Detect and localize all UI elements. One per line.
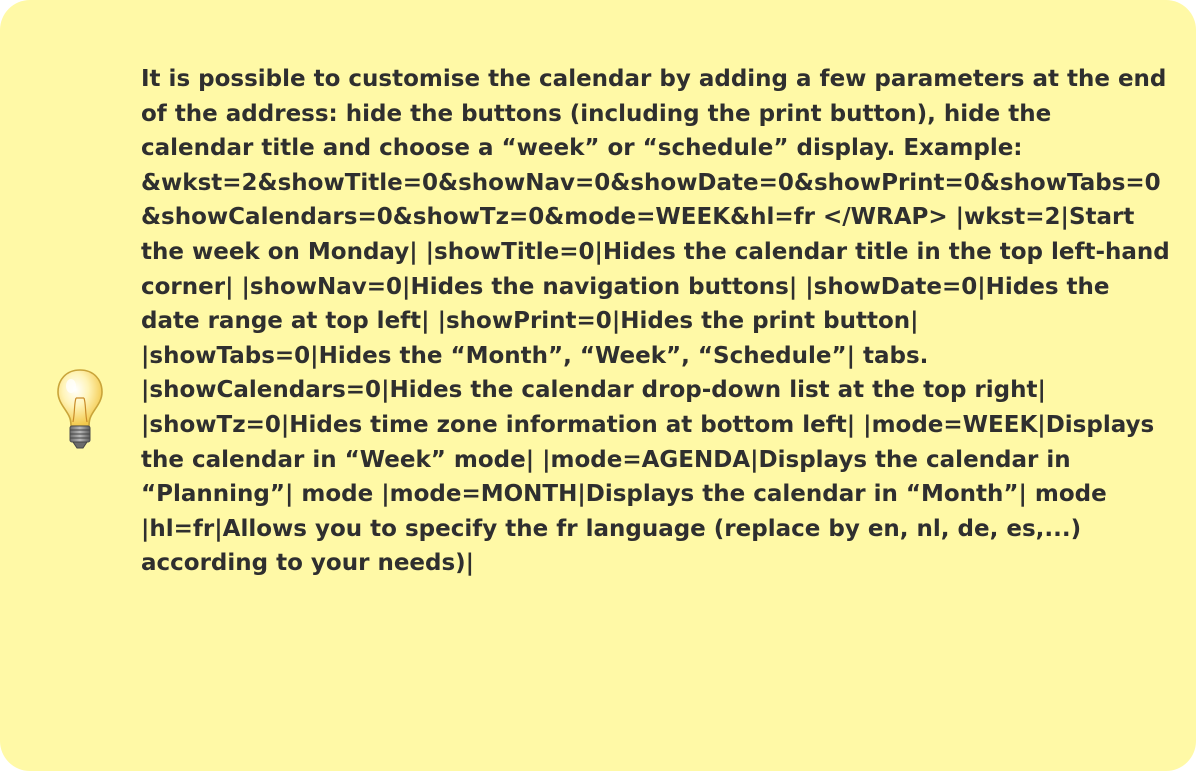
tip-box: It is possible to customise the calendar… <box>0 0 1196 771</box>
lightbulb-icon <box>57 369 103 449</box>
tip-text: It is possible to customise the calendar… <box>141 66 1170 577</box>
